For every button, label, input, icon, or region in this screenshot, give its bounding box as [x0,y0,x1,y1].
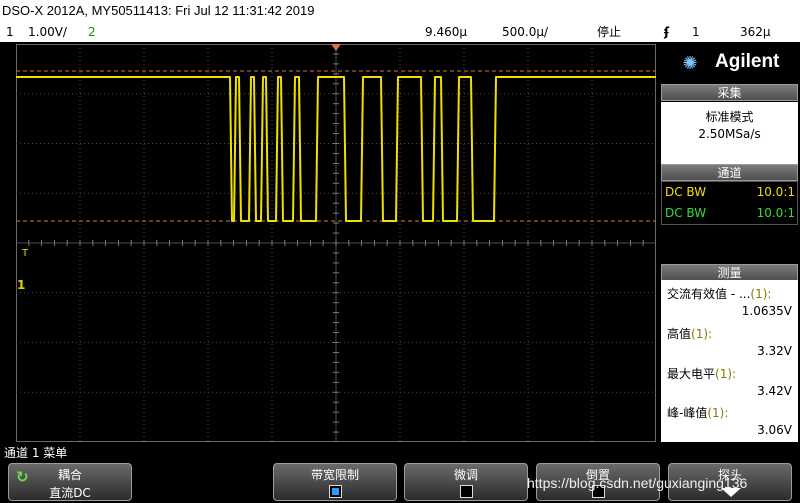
softkey-label: 耦合 [57,468,82,482]
channels-header: 通道 [661,164,798,181]
measurement-value: 1.0635V [741,304,792,318]
trigger-level-marker[interactable]: T [22,248,28,259]
ch1-ground-marker[interactable]: 1 [17,278,25,292]
menu-title: 通道 1 菜单 [4,446,68,460]
watermark: https://blog.csdn.net/guxianging136 [527,475,748,491]
softkey-value: 直流DC [49,486,91,500]
measurement-label: 最大电平(1): [667,367,737,381]
measurement-value: 3.06V [757,423,792,437]
window-title: DSO-X 2012A, MY50511413: Fri Jul 12 11:3… [0,0,800,22]
channel-2-coupling: DC BW [665,206,707,220]
channels-section[interactable]: DC BW 10.0:1 DC BW 10.0:1 [661,181,798,225]
bandwidth-limit-softkey[interactable]: 带宽限制 [273,463,397,501]
time-delay[interactable]: 9.460µ [425,22,467,42]
brand-logo: ✺ Agilent [659,44,800,82]
time-scale[interactable]: 500.0µ/ [502,22,548,42]
channel-2-probe-ratio: 10.0:1 [756,206,795,220]
side-panel: ✺ Agilent 采集 标准模式 2.50MSa/s 通道 DC BW 10.… [659,44,800,442]
ch1-number[interactable]: 1 [6,22,14,42]
channel-1-coupling: DC BW [665,185,707,199]
coupling-softkey[interactable]: ↻ 耦合 直流DC [8,463,132,501]
softkey-label: 微调 [453,468,478,482]
bandwidth-limit-checkbox[interactable] [329,485,342,498]
trigger-edge-icon: ʄ [664,25,670,39]
acquisition-section[interactable]: 标准模式 2.50MSa/s [661,102,798,165]
softkey-label: 带宽限制 [310,468,359,482]
trigger-level[interactable]: 362µ [740,22,771,42]
fine-adjust-softkey[interactable]: 微调 [404,463,528,501]
measurement-value: 3.32V [757,344,792,358]
sample-rate: 2.50MSa/s [698,127,761,141]
trigger-position-marker [331,44,341,51]
acquisition-mode: 标准模式 [705,110,754,124]
measurement-label: 高值(1): [667,327,713,341]
channel-1-probe-ratio: 10.0:1 [756,185,795,199]
measurement-label: 交流有效值 - ...(1): [667,287,772,301]
measurements-section[interactable]: 交流有效值 - ...(1): 1.0635V 高值(1): 3.32V 最大电… [661,280,798,442]
measurement-label: 峰-峰值(1): [667,406,729,420]
ch2-number[interactable]: 2 [88,22,96,42]
brand-name: Agilent [715,51,780,72]
fine-adjust-checkbox[interactable] [460,485,473,498]
status-bar: 1 1.00V/ 2 9.460µ 500.0µ/ 停止 ʄ 1 362µ [0,22,800,42]
run-state: 停止 [597,25,622,39]
acquisition-header: 采集 [661,84,798,101]
measurement-value: 3.42V [757,384,792,398]
waveform-display[interactable]: T 1 [16,44,656,442]
waveform-svg [16,44,656,442]
trigger-source[interactable]: 1 [692,22,700,42]
spark-burst-icon: ✺ [682,53,698,74]
ch1-scale[interactable]: 1.00V/ [28,22,67,42]
measurements-header: 测量 [661,264,798,281]
